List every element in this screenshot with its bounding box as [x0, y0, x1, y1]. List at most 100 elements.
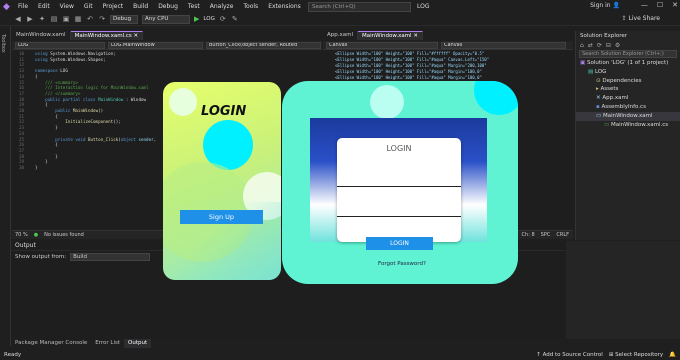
menu-item-test[interactable]: Test — [183, 0, 205, 13]
element-nav-select[interactable]: Canvas — [326, 41, 438, 49]
show-output-label: Show output from: — [15, 254, 67, 260]
solution-item[interactable]: ✕ App.xaml — [576, 94, 680, 103]
platform-select[interactable]: Any CPU — [142, 14, 190, 24]
menu-item-analyze[interactable]: Analyze — [205, 0, 239, 13]
toolbox-label[interactable]: Toolbox — [0, 34, 6, 53]
status-bar: Ready ↑ Add to Source Control ⊞ Select R… — [0, 350, 680, 360]
left-editor-tabs: MainWindow.xaml MainWindow.xaml.cs ✕ — [12, 31, 322, 40]
tab-error-list[interactable]: Error List — [91, 339, 124, 348]
minimize-icon[interactable]: — — [641, 1, 648, 9]
issues-status[interactable]: No issues found — [44, 232, 84, 238]
refresh-icon[interactable]: ⟳ — [597, 42, 602, 49]
back-icon[interactable]: ◀ — [14, 15, 22, 23]
menu-item-debug[interactable]: Debug — [153, 0, 183, 13]
start-icon[interactable]: ▶ — [194, 15, 199, 23]
file-icon: ▭ — [604, 121, 611, 128]
right-lower-panel — [566, 241, 680, 339]
solution-item[interactable]: ▭ MainWindow.xaml — [576, 111, 680, 121]
new-item-icon[interactable]: ✦ — [38, 15, 46, 23]
menu-item-tools[interactable]: Tools — [238, 0, 263, 13]
tab-mainwindow-xaml-cs[interactable]: MainWindow.xaml.cs ✕ — [70, 31, 144, 40]
menu-item-extensions[interactable]: Extensions — [263, 0, 306, 13]
solution-item[interactable]: ▭ MainWindow.xaml.cs — [576, 121, 680, 130]
bottom-tabs: Package Manager Console Error List Output — [11, 339, 566, 348]
sign-up-button[interactable]: Sign Up — [180, 210, 263, 224]
redo-icon[interactable]: ↷ — [98, 15, 106, 23]
menu-item-build[interactable]: Build — [128, 0, 153, 13]
tab-package-manager-console[interactable]: Package Manager Console — [11, 339, 91, 348]
notifications-icon[interactable]: 🔔 — [669, 352, 680, 358]
add-source-control-button[interactable]: ↑ Add to Source Control — [536, 352, 603, 358]
zoom-level[interactable]: 70 % — [15, 232, 28, 238]
login-form-title: LOGIN — [386, 144, 412, 153]
issues-ok-icon: ● — [33, 232, 39, 238]
live-share-button[interactable]: ⇪ Live Share — [622, 15, 660, 22]
open-icon[interactable]: ▤ — [50, 15, 58, 23]
solution-search-input[interactable]: Search Solution Explorer (Ctrl+;) — [579, 50, 677, 58]
forgot-password-link[interactable]: Forgot Password? — [378, 261, 426, 267]
solution-item[interactable]: ▤ LOG — [576, 68, 680, 77]
window-controls: — ☐ ✕ — [641, 1, 678, 9]
class-nav-select[interactable]: LOG.MainWindow — [108, 41, 203, 49]
forward-icon[interactable]: ▶ — [26, 15, 34, 23]
solution-explorer-title: Solution Explorer — [580, 33, 628, 39]
account-icon[interactable]: 👤 — [613, 2, 620, 9]
visual-studio-logo-icon: ◆ — [3, 1, 10, 12]
sign-in-label[interactable]: Sign in — [590, 2, 610, 9]
output-source-select[interactable]: Build — [70, 253, 151, 261]
toolbar: ◀ ▶ ✦ ▤ ▣ ▦ ↶ ↷ Debug Any CPU ▶ LOG ⟳ ✎ — [0, 13, 680, 26]
login-button[interactable]: LOGIN — [366, 237, 433, 250]
save-all-icon[interactable]: ▦ — [74, 15, 82, 23]
save-icon[interactable]: ▣ — [62, 15, 70, 23]
configuration-select[interactable]: Debug — [110, 14, 138, 24]
start-target-label[interactable]: LOG — [203, 16, 214, 22]
username-field[interactable] — [337, 186, 461, 187]
tab-app-xaml[interactable]: App.xaml — [323, 31, 359, 40]
toolbox-strip[interactable]: Toolbox — [0, 26, 11, 346]
file-icon: ▣ — [580, 60, 587, 66]
solution-item[interactable]: ▪ AssemblyInfo.cs — [576, 103, 680, 112]
solution-item-label: Dependencies — [602, 77, 642, 84]
tools-icon[interactable]: ✎ — [231, 15, 239, 23]
menu-item-edit[interactable]: Edit — [33, 0, 55, 13]
member-nav-select[interactable]: Button_Click(object sender, Routed — [206, 41, 321, 49]
close-tab-icon[interactable]: ✕ — [134, 33, 139, 39]
column-indicator: Ch: 8 — [521, 232, 535, 238]
tab-output[interactable]: Output — [124, 339, 152, 348]
solution-item[interactable]: ▣ Solution 'LOG' (1 of 1 project) — [576, 59, 680, 68]
settings-icon[interactable]: ⚙ — [615, 42, 620, 49]
project-nav-select[interactable]: LOG — [15, 41, 105, 49]
solution-explorer-toolbar: ⌂ ⇄ ⟳ ⊟ ⚙ — [576, 42, 680, 49]
solution-item[interactable]: ▸ Assets — [576, 85, 680, 94]
file-icon: ▤ — [588, 68, 595, 75]
middle-editor-tabs: App.xaml MainWindow.xaml ✕ — [323, 31, 573, 40]
maximize-icon[interactable]: ☐ — [657, 1, 663, 9]
select-repository-button[interactable]: ⊞ Select Repository — [609, 352, 663, 358]
password-field[interactable] — [337, 216, 461, 217]
tab-label: MainWindow.xaml.cs — [74, 33, 132, 39]
menu-item-git[interactable]: Git — [79, 0, 98, 13]
login-form: LOGIN — [337, 138, 461, 242]
sync-icon[interactable]: ⇄ — [588, 42, 593, 49]
home-icon[interactable]: ⌂ — [580, 42, 584, 49]
tab-mainwindow-xaml[interactable]: MainWindow.xaml — [12, 31, 71, 40]
undo-icon[interactable]: ↶ — [86, 15, 94, 23]
ready-status: Ready — [4, 352, 22, 358]
close-tab-icon[interactable]: ✕ — [413, 33, 418, 39]
solution-item-label: Solution 'LOG' (1 of 1 project) — [586, 60, 669, 66]
tab-label: MainWindow.xaml — [16, 32, 66, 38]
element-nav-select-2[interactable]: Canvas — [441, 41, 566, 49]
tab-mainwindow-xaml-designer[interactable]: MainWindow.xaml ✕ — [358, 31, 423, 40]
line-ending-indicator[interactable]: CRLF — [556, 232, 569, 238]
sign-in-link[interactable]: Sign in 👤 — [590, 2, 620, 9]
whitespace-indicator[interactable]: SPC — [541, 232, 551, 238]
solution-item-label: MainWindow.xaml — [602, 112, 653, 119]
search-input[interactable]: Search (Ctrl+Q) — [308, 2, 411, 12]
close-icon[interactable]: ✕ — [672, 1, 678, 9]
menu-item-project[interactable]: Project — [98, 0, 129, 13]
solution-item[interactable]: ⊙ Dependencies — [576, 77, 680, 86]
menu-item-view[interactable]: View — [55, 0, 79, 13]
menu-item-file[interactable]: File — [13, 0, 33, 13]
collapse-icon[interactable]: ⊟ — [606, 42, 611, 49]
hot-reload-icon[interactable]: ⟳ — [219, 15, 227, 23]
